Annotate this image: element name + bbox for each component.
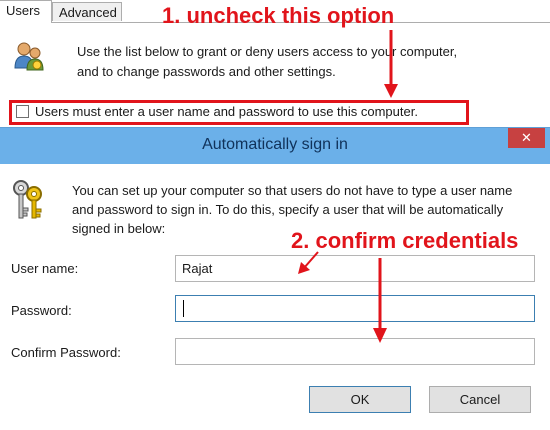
- text-caret: [183, 300, 184, 317]
- tab-users[interactable]: Users: [0, 0, 52, 23]
- confirm-password-field[interactable]: [175, 338, 535, 365]
- ok-button[interactable]: OK: [309, 386, 411, 413]
- keys-icon: [13, 180, 42, 219]
- close-button[interactable]: ✕: [508, 128, 545, 148]
- cancel-button[interactable]: Cancel: [429, 386, 531, 413]
- tab-advanced[interactable]: Advanced: [52, 2, 122, 21]
- user-accounts-description: Use the list below to grant or deny user…: [77, 44, 458, 79]
- password-field[interactable]: [175, 295, 535, 322]
- dialog-title: Automatically sign in: [202, 136, 348, 153]
- highlight-box: [9, 100, 469, 125]
- users-icon: [14, 42, 44, 71]
- dialog-title-bar[interactable]: Automatically sign in ✕: [0, 128, 550, 164]
- confirm-password-label: Confirm Password:: [11, 345, 121, 360]
- annotation-step2: 2. confirm credentials: [291, 228, 519, 253]
- auto-sign-in-dialog: Automatically sign in ✕ You can set up y…: [0, 127, 550, 430]
- annotation-step1: 1. uncheck this option: [162, 3, 395, 28]
- password-label: Password:: [11, 303, 72, 318]
- close-icon: ✕: [521, 130, 532, 145]
- user-name-field[interactable]: Rajat: [175, 255, 535, 282]
- user-name-label: User name:: [11, 261, 79, 276]
